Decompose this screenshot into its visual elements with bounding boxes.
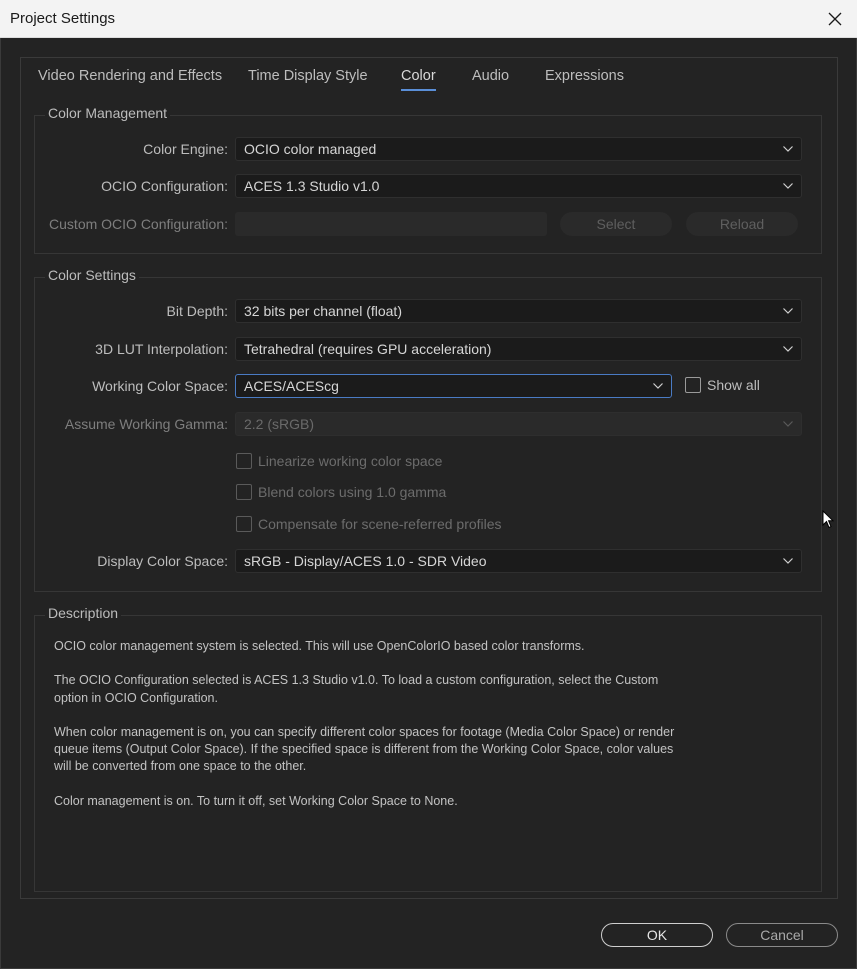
compensate-checkbox[interactable]: Compensate for scene-referred profiles	[236, 516, 502, 532]
show-all-checkbox[interactable]: Show all	[685, 377, 760, 393]
reload-button[interactable]: Reload	[686, 212, 798, 236]
custom-ocio-label: Custom OCIO Configuration:	[49, 216, 228, 232]
chevron-down-icon	[783, 421, 793, 427]
lut-interpolation-label: 3D LUT Interpolation:	[95, 341, 228, 357]
lut-interpolation-value: Tetrahedral (requires GPU acceleration)	[244, 341, 492, 357]
checkbox-box	[236, 484, 252, 500]
tab-audio[interactable]: Audio	[472, 66, 509, 98]
chevron-down-icon	[783, 558, 793, 564]
display-color-space-value: sRGB - Display/ACES 1.0 - SDR Video	[244, 553, 487, 569]
blend-colors-checkbox[interactable]: Blend colors using 1.0 gamma	[236, 484, 446, 500]
chevron-down-icon	[783, 308, 793, 314]
working-color-space-label: Working Color Space:	[92, 378, 228, 394]
description-group: Description OCIO color management system…	[34, 605, 822, 892]
show-all-label: Show all	[707, 377, 760, 393]
custom-ocio-input[interactable]	[235, 212, 547, 236]
ocio-config-label: OCIO Configuration:	[101, 178, 228, 194]
linearize-checkbox[interactable]: Linearize working color space	[236, 453, 442, 469]
bit-depth-label: Bit Depth:	[166, 303, 228, 319]
tab-color[interactable]: Color	[401, 66, 436, 98]
description-paragraph: When color management is on, you can spe…	[54, 724, 675, 774]
ocio-config-value: ACES 1.3 Studio v1.0	[244, 178, 380, 194]
chevron-down-icon	[783, 183, 793, 189]
display-color-space-label: Display Color Space:	[97, 553, 228, 569]
compensate-label: Compensate for scene-referred profiles	[258, 516, 502, 532]
tab-video-rendering[interactable]: Video Rendering and Effects	[38, 66, 222, 98]
chevron-down-icon	[783, 346, 793, 352]
dialog-body: Video Rendering and Effects Time Display…	[0, 38, 857, 969]
description-paragraph: Color management is on. To turn it off, …	[54, 793, 458, 808]
linearize-label: Linearize working color space	[258, 453, 443, 469]
checkbox-box	[236, 516, 252, 532]
mouse-cursor-icon	[822, 510, 834, 529]
color-engine-value: OCIO color managed	[244, 141, 377, 157]
window-title: Project Settings	[10, 10, 116, 27]
working-gamma-dropdown[interactable]: 2.2 (sRGB)	[235, 412, 802, 436]
working-gamma-label: Assume Working Gamma:	[64, 416, 228, 432]
close-icon	[828, 12, 842, 26]
description-title: Description	[45, 605, 122, 621]
description-paragraph: OCIO color management system is selected…	[54, 639, 585, 653]
blend-colors-label: Blend colors using 1.0 gamma	[258, 484, 447, 500]
working-color-space-value: ACES/ACEScg	[244, 378, 339, 394]
working-color-space-dropdown[interactable]: ACES/ACEScg	[235, 374, 672, 398]
ok-button[interactable]: OK	[601, 923, 713, 947]
ocio-config-dropdown[interactable]: ACES 1.3 Studio v1.0	[235, 174, 802, 198]
tab-bar: Video Rendering and Effects Time Display…	[21, 66, 837, 98]
description-text: OCIO color management system is selected…	[54, 638, 694, 827]
bit-depth-dropdown[interactable]: 32 bits per channel (float)	[235, 299, 802, 323]
cancel-button[interactable]: Cancel	[726, 923, 838, 947]
checkbox-box	[236, 453, 252, 469]
settings-panel: Video Rendering and Effects Time Display…	[20, 57, 838, 899]
chevron-down-icon	[783, 146, 793, 152]
display-color-space-dropdown[interactable]: sRGB - Display/ACES 1.0 - SDR Video	[235, 549, 802, 573]
bit-depth-value: 32 bits per channel (float)	[244, 303, 402, 319]
tab-time-display[interactable]: Time Display Style	[248, 66, 368, 98]
close-button[interactable]	[821, 5, 849, 33]
color-engine-dropdown[interactable]: OCIO color managed	[235, 137, 802, 161]
checkbox-box	[685, 377, 701, 393]
tab-expressions[interactable]: Expressions	[545, 66, 624, 98]
working-gamma-value: 2.2 (sRGB)	[244, 416, 315, 432]
chevron-down-icon	[653, 383, 663, 389]
color-management-title: Color Management	[45, 105, 171, 121]
title-bar: Project Settings	[0, 0, 857, 38]
color-engine-label: Color Engine:	[143, 141, 228, 157]
color-settings-group: Color Settings Bit Depth: 32 bits per ch…	[34, 267, 822, 592]
description-paragraph: The OCIO Configuration selected is ACES …	[54, 673, 659, 705]
color-management-group: Color Management Color Engine: OCIO colo…	[34, 105, 822, 254]
lut-interpolation-dropdown[interactable]: Tetrahedral (requires GPU acceleration)	[235, 337, 802, 361]
color-settings-title: Color Settings	[45, 267, 139, 283]
select-button[interactable]: Select	[560, 212, 672, 236]
